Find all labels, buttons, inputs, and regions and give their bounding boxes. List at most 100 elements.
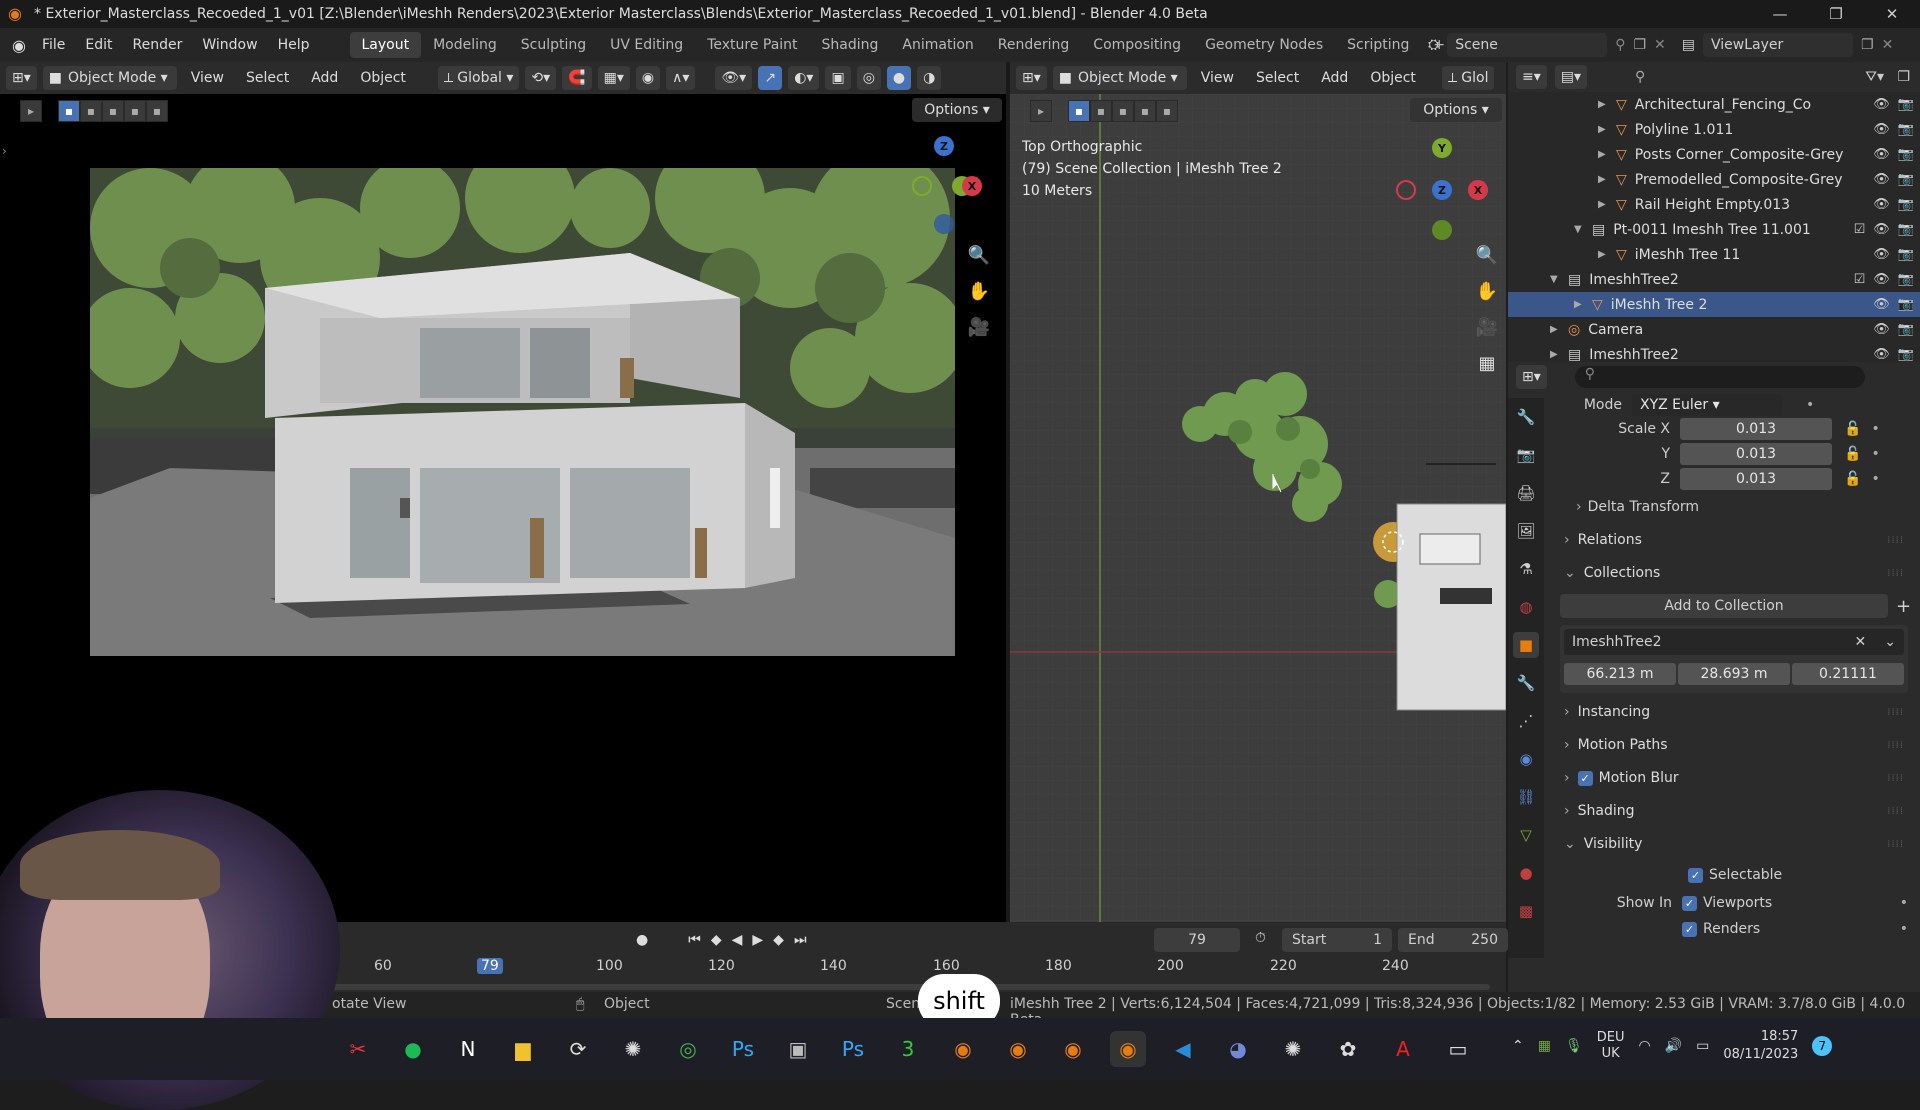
view-layer-tab-icon[interactable]: 🖼 xyxy=(1513,518,1539,544)
lock-icon[interactable]: 🔓 xyxy=(1844,446,1861,462)
tab-shading[interactable]: Shading xyxy=(810,32,891,58)
play-icon[interactable]: ▶ xyxy=(752,932,763,948)
pin-icon[interactable]: ⚲ xyxy=(1615,37,1625,53)
visibility-eye-icon[interactable]: 👁 xyxy=(1873,322,1890,337)
material-tab-icon[interactable]: ● xyxy=(1513,860,1539,886)
keyframe-dot-icon[interactable]: • xyxy=(1871,471,1879,487)
collection-menu-icon[interactable]: ⌄ xyxy=(1884,634,1896,650)
end-frame-field[interactable]: End 250 xyxy=(1398,928,1508,952)
tray-overflow-icon[interactable]: ⌃ xyxy=(1512,1038,1524,1054)
maximize-button[interactable]: ❐ xyxy=(1808,0,1864,28)
tab-scripting[interactable]: Scripting xyxy=(1335,32,1421,58)
outliner-row[interactable]: ▶ ▽ Architectural_Fencing_Co 👁 📷 xyxy=(1508,92,1920,117)
scale-z-field[interactable]: 0.013 xyxy=(1680,467,1832,490)
data-tab-icon[interactable]: ▽ xyxy=(1513,822,1539,848)
motion-blur-panel[interactable]: › ✓ Motion Blur ⁞⁞⁞⁞ xyxy=(1552,761,1916,794)
shading-panel[interactable]: › Shading ⁞⁞⁞⁞ xyxy=(1552,794,1916,827)
record-icon[interactable]: ● xyxy=(636,932,648,948)
material-shading-icon[interactable]: ◑ xyxy=(917,66,942,90)
right-viewport[interactable]: ⊞▾ ■ Object Mode ▾ View Select Add Object… xyxy=(1010,62,1506,922)
outliner-row[interactable]: ▶ ▽ iMeshh Tree 11 👁 📷 xyxy=(1508,242,1920,267)
render-camera-icon[interactable]: 📷 xyxy=(1898,322,1914,337)
snip-tool-icon[interactable]: ✂ xyxy=(340,1031,376,1067)
photoshop-icon[interactable]: Ps xyxy=(725,1031,761,1067)
keyframe-dot-icon[interactable]: • xyxy=(1900,921,1908,937)
frame-ruler[interactable]: 60 79 100 120 140 160 180 200 220 240 xyxy=(330,958,1506,980)
timeline[interactable]: ● ⏮ ◆ ◀ ▶ ◆ ⏭ 79 ⏱ Start 1 End 250 60 79 1… xyxy=(330,922,1508,992)
new-collection-icon[interactable]: ❐ xyxy=(1897,69,1910,85)
minimize-button[interactable]: — xyxy=(1752,0,1808,28)
jump-end-icon[interactable]: ⏭ xyxy=(794,932,807,948)
spotify-icon[interactable]: ● xyxy=(395,1031,431,1067)
render-camera-icon[interactable]: 📷 xyxy=(1898,197,1914,212)
navigation-gizmo[interactable]: Y Z X xyxy=(1390,136,1500,246)
tab-compositing[interactable]: Compositing xyxy=(1081,32,1193,58)
pan-hand-icon[interactable]: ✋ xyxy=(1472,276,1502,306)
visibility-eye-icon[interactable]: 👁 xyxy=(1873,172,1890,187)
visibility-eye-icon[interactable]: 👁 xyxy=(1873,147,1890,162)
select-tool-icon[interactable]: ▸ xyxy=(1030,100,1052,122)
select-intersect-icon[interactable]: ▪ xyxy=(1156,100,1178,122)
menu-view[interactable]: View xyxy=(1193,70,1242,86)
chrome-icon[interactable]: ◎ xyxy=(670,1031,706,1067)
outliner-row[interactable]: ▼ ▤ ImeshhTree2 ☑ 👁 📷 xyxy=(1508,267,1920,292)
xray-icon[interactable]: ▣ xyxy=(825,66,851,90)
notion-icon[interactable]: N xyxy=(450,1031,486,1067)
menu-object[interactable]: Object xyxy=(1362,70,1424,86)
outliner-row[interactable]: ▶ ▽ Premodelled_Composite-Grey 👁 📷 xyxy=(1508,167,1920,192)
new-scene-icon[interactable]: ❐ xyxy=(1633,37,1646,53)
expand-arrow-icon[interactable]: ▶ xyxy=(1598,174,1612,185)
outliner-row[interactable]: ▶ ◎ Camera 👁 📷 xyxy=(1508,317,1920,342)
render-camera-icon[interactable]: 📷 xyxy=(1898,222,1914,237)
keyboard-region[interactable]: UK xyxy=(1597,1046,1625,1062)
blender-taskbar-icon-3[interactable]: ◉ xyxy=(1055,1031,1091,1067)
gizmo-neg-z-axis[interactable] xyxy=(934,214,954,234)
expand-arrow-icon[interactable]: ▶ xyxy=(1574,299,1588,310)
view-layer-selector[interactable]: ViewLayer xyxy=(1703,33,1853,57)
scene-tab-icon[interactable]: ⚗ xyxy=(1513,556,1539,582)
prev-keyframe-icon[interactable]: ◆ xyxy=(711,932,722,948)
gizmo-y-axis[interactable]: Y xyxy=(1432,138,1452,158)
blender-taskbar-icon-active[interactable]: ◉ xyxy=(1110,1031,1146,1067)
tool-tab-icon[interactable]: 🔧 xyxy=(1513,404,1539,430)
menu-view[interactable]: View xyxy=(183,70,232,86)
exclude-checkbox-icon[interactable]: ☑ xyxy=(1854,222,1866,237)
gizmo-neg-y-axis[interactable] xyxy=(912,176,932,196)
select-invert-icon[interactable]: ▪ xyxy=(1134,100,1156,122)
select-new-icon[interactable]: ▪ xyxy=(1068,100,1090,122)
select-extend-icon[interactable]: ▪ xyxy=(1090,100,1112,122)
render-camera-icon[interactable]: 📷 xyxy=(1898,297,1914,312)
expand-arrow-icon[interactable]: ▶ xyxy=(1598,249,1612,260)
solid-shading-icon[interactable]: ● xyxy=(886,66,912,90)
davinci-icon[interactable]: ✿ xyxy=(1330,1031,1366,1067)
menu-select[interactable]: Select xyxy=(1248,70,1307,86)
editor-type-button[interactable]: ≡▾ xyxy=(1516,65,1547,89)
editor-type-button[interactable]: ⊞▾ xyxy=(1016,66,1047,90)
exclude-checkbox-icon[interactable]: ☑ xyxy=(1854,272,1866,287)
file-explorer-icon[interactable]: ▆ xyxy=(505,1031,541,1067)
keyframe-dot-icon[interactable]: • xyxy=(1806,397,1814,413)
selectable-checkbox[interactable]: ✓ xyxy=(1688,867,1703,883)
nvidia-tray-icon[interactable]: ▦ xyxy=(1538,1038,1551,1054)
remove-view-layer-icon[interactable]: ✕ xyxy=(1882,37,1894,53)
tab-geometry-nodes[interactable]: Geometry Nodes xyxy=(1193,32,1335,58)
start-frame-field[interactable]: Start 1 xyxy=(1282,928,1392,952)
collections-panel[interactable]: ⌄ Collections ⁞⁞⁞⁞ xyxy=(1552,556,1916,589)
menu-render[interactable]: Render xyxy=(123,28,193,62)
collection-name-field[interactable]: ImeshhTree2 xyxy=(1572,634,1855,650)
constraints-tab-icon[interactable]: ⛓ xyxy=(1513,784,1539,810)
options-button[interactable]: Options ▾ xyxy=(1410,98,1502,122)
scale-y-field[interactable]: 0.013 xyxy=(1680,442,1832,465)
select-subtract-icon[interactable]: ▪ xyxy=(102,100,124,122)
chatgpt-icon[interactable]: ✺ xyxy=(1275,1031,1311,1067)
render-camera-icon[interactable]: 📷 xyxy=(1898,147,1914,162)
scale-x-field[interactable]: 0.013 xyxy=(1680,417,1832,440)
wireframe-shading-icon[interactable]: ◎ xyxy=(856,66,881,90)
display-mode-button[interactable]: ▤▾ xyxy=(1554,65,1588,89)
expand-arrow-icon[interactable]: ▶ xyxy=(1598,199,1612,210)
lock-icon[interactable]: 🔓 xyxy=(1844,421,1861,437)
outliner-row[interactable]: ▶ ▤ ImeshhTree2 👁 📷 xyxy=(1508,342,1920,363)
editor-type-button[interactable]: ⊞▾ xyxy=(1516,365,1547,389)
navigation-gizmo[interactable]: Z X xyxy=(900,136,1000,246)
menu-help[interactable]: Help xyxy=(268,28,320,62)
